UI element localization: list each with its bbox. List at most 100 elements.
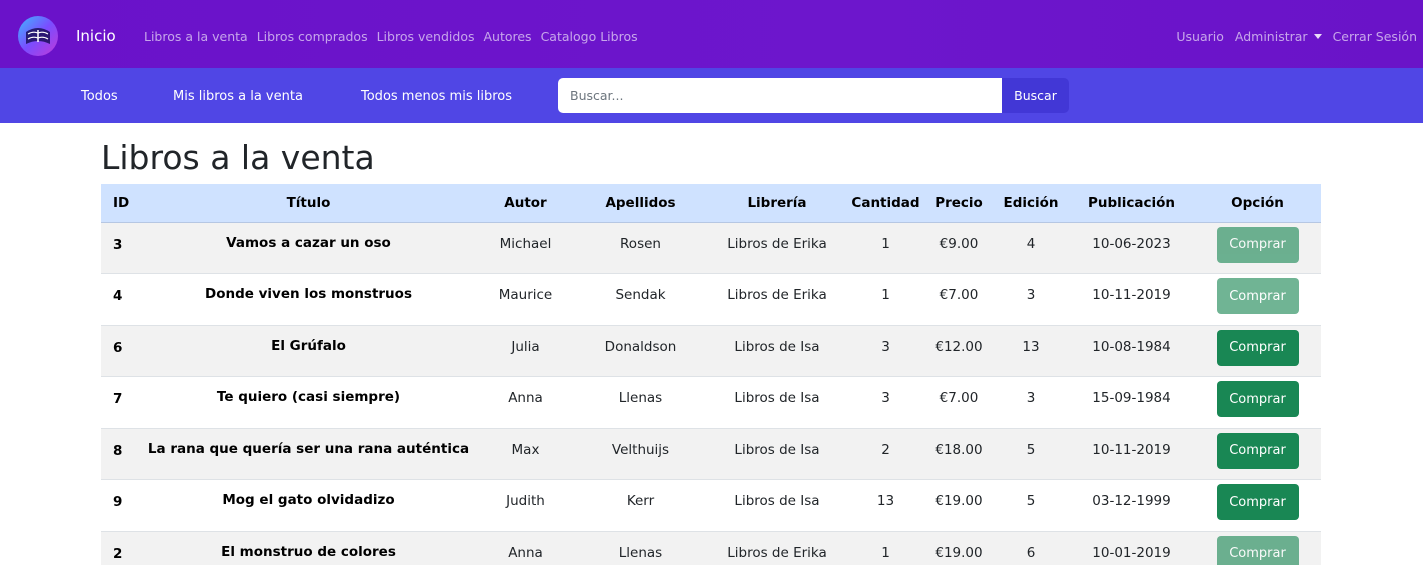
cell-edicion: 5 <box>1026 441 1036 458</box>
cell-opcion: Comprar <box>1194 222 1321 274</box>
table-row: 9 Mog el gato olvidadizo Judith Kerr Libros … <box>101 479 1321 532</box>
header-edicion: Edición <box>993 184 1069 223</box>
header-autor: Autor <box>478 184 573 223</box>
nav-link-usuario[interactable]: Usuario <box>1176 29 1224 44</box>
sub-navbar: Todos Mis libros a la venta Todos menos … <box>0 68 1423 123</box>
tab-todos-menos-mis-libros[interactable]: Todos menos mis libros <box>361 89 512 104</box>
administrar-label: Administrar <box>1234 29 1308 44</box>
cell-cantidad: 1 <box>881 544 890 561</box>
cell-precio: €19.00 <box>935 493 983 509</box>
cell-titulo: El monstruo de colores <box>221 543 396 560</box>
table-row: 8 La rana que quería ser una rana auténti… <box>101 428 1321 480</box>
nav-link-cerrar-sesion[interactable]: Cerrar Sesión <box>1333 29 1417 44</box>
cell-cantidad: 2 <box>881 441 890 458</box>
cell-opcion: Comprar <box>1194 480 1321 532</box>
cell-opcion: Comprar <box>1194 325 1321 377</box>
administrar-dropdown[interactable]: Administrar <box>1235 29 1322 44</box>
nav-link-libros-vendidos[interactable]: Libros vendidos <box>377 29 475 44</box>
cell-edicion: 5 <box>1026 493 1036 509</box>
cell-libreria: Libros de Isa <box>734 390 820 406</box>
cell-id: 3 <box>113 236 123 253</box>
cell-publicacion: 10-01-2019 <box>1092 544 1171 561</box>
cell-opcion: Comprar <box>1194 531 1321 565</box>
cell-cantidad: 1 <box>881 287 890 303</box>
cell-autor: Max <box>511 441 540 458</box>
cell-titulo: Te quiero (casi siempre) <box>216 389 401 405</box>
cell-edicion: 3 <box>1026 287 1036 303</box>
brand-link-inicio[interactable]: Inicio <box>76 27 116 45</box>
cell-autor: Maurice <box>498 287 553 303</box>
comprar-button[interactable]: Comprar <box>1216 278 1299 314</box>
cell-precio: €7.00 <box>939 390 979 406</box>
cell-publicacion: 15-09-1984 <box>1092 390 1171 406</box>
book-logo-icon[interactable] <box>16 14 60 58</box>
tab-mis-libros-a-la-venta[interactable]: Mis libros a la venta <box>173 89 303 104</box>
cell-autor: Anna <box>508 544 543 561</box>
comprar-button[interactable]: Comprar <box>1216 329 1299 366</box>
cell-titulo: Mog el gato olvidadizo <box>222 492 395 508</box>
cell-libreria: Libros de Isa <box>734 441 820 458</box>
table-row: 2 El monstruo de colores Anna Llenas Libros … <box>101 531 1321 565</box>
nav-link-libros-comprados[interactable]: Libros comprados <box>257 29 368 44</box>
cell-id: 6 <box>113 339 123 356</box>
cell-opcion: Comprar <box>1194 428 1321 480</box>
cell-autor: Michael <box>499 235 552 252</box>
user-nav: Usuario Administrar Cerrar Sesión <box>1176 29 1417 44</box>
cell-edicion: 6 <box>1026 544 1036 561</box>
cell-apellidos: Llenas <box>618 544 663 561</box>
header-publicacion: Publicación <box>1069 184 1194 223</box>
cell-publicacion: 03-12-1999 <box>1092 493 1171 509</box>
comprar-button[interactable]: Comprar <box>1216 432 1299 469</box>
cell-publicacion: 10-11-2019 <box>1092 441 1171 458</box>
cell-titulo: Donde viven los monstruos <box>205 286 412 302</box>
header-id: ID <box>101 184 139 223</box>
comprar-button[interactable]: Comprar <box>1216 381 1299 417</box>
nav-link-libros-a-la-venta[interactable]: Libros a la venta <box>144 29 248 44</box>
cell-id: 7 <box>113 391 123 407</box>
cell-libreria: Libros de Isa <box>734 338 820 355</box>
cell-publicacion: 10-11-2019 <box>1092 287 1171 303</box>
cell-id: 8 <box>113 442 123 459</box>
comprar-button[interactable]: Comprar <box>1216 226 1299 263</box>
header-precio: Precio <box>925 184 993 223</box>
table-header-row: ID Título Autor Apellidos Librería Canti… <box>101 184 1321 223</box>
cell-titulo: El Grúfalo <box>271 337 346 354</box>
comprar-button[interactable]: Comprar <box>1216 535 1299 565</box>
nav-link-autores[interactable]: Autores <box>483 29 531 44</box>
cell-libreria: Libros de Isa <box>734 493 820 509</box>
cell-publicacion: 10-08-1984 <box>1092 338 1171 355</box>
cell-apellidos: Sendak <box>615 287 666 303</box>
cell-autor: Anna <box>508 390 543 406</box>
header-cantidad: Cantidad <box>846 184 925 223</box>
table-row: 6 El Grúfalo Julia Donaldson Libros de Isa 3 €… <box>101 325 1321 377</box>
cell-apellidos: Donaldson <box>604 338 677 355</box>
cell-id: 9 <box>113 494 123 510</box>
cell-cantidad: 3 <box>881 390 890 406</box>
nav-link-catalogo-libros[interactable]: Catalogo Libros <box>541 29 638 44</box>
main-nav: Libros a la venta Libros comprados Libro… <box>144 29 638 44</box>
cell-titulo: Vamos a cazar un oso <box>226 234 391 251</box>
tab-todos[interactable]: Todos <box>81 89 118 104</box>
cell-precio: €7.00 <box>939 287 979 303</box>
cell-edicion: 4 <box>1026 235 1036 252</box>
cell-id: 4 <box>113 288 123 304</box>
cell-cantidad: 1 <box>881 235 890 252</box>
caret-down-icon <box>1313 34 1322 39</box>
table-row: 3 Vamos a cazar un oso Michael Rosen Libros … <box>101 222 1321 274</box>
cell-precio: €9.00 <box>939 235 979 252</box>
cell-precio: €12.00 <box>935 338 983 355</box>
search-input[interactable] <box>558 78 1002 113</box>
search-button[interactable]: Buscar <box>1002 78 1069 113</box>
header-apellidos: Apellidos <box>573 184 708 223</box>
cell-edicion: 13 <box>1022 338 1040 355</box>
cell-cantidad: 3 <box>881 338 890 355</box>
comprar-button[interactable]: Comprar <box>1216 484 1299 520</box>
cell-edicion: 3 <box>1026 390 1036 406</box>
cell-autor: Judith <box>506 493 545 509</box>
cell-precio: €19.00 <box>935 544 983 561</box>
page-title: Libros a la venta <box>101 138 375 177</box>
cell-opcion: Comprar <box>1194 377 1321 429</box>
cell-cantidad: 13 <box>876 493 895 509</box>
table-row: 7 Te quiero (casi siempre) Anna Llenas Libro… <box>101 376 1321 429</box>
cell-publicacion: 10-06-2023 <box>1092 235 1171 252</box>
